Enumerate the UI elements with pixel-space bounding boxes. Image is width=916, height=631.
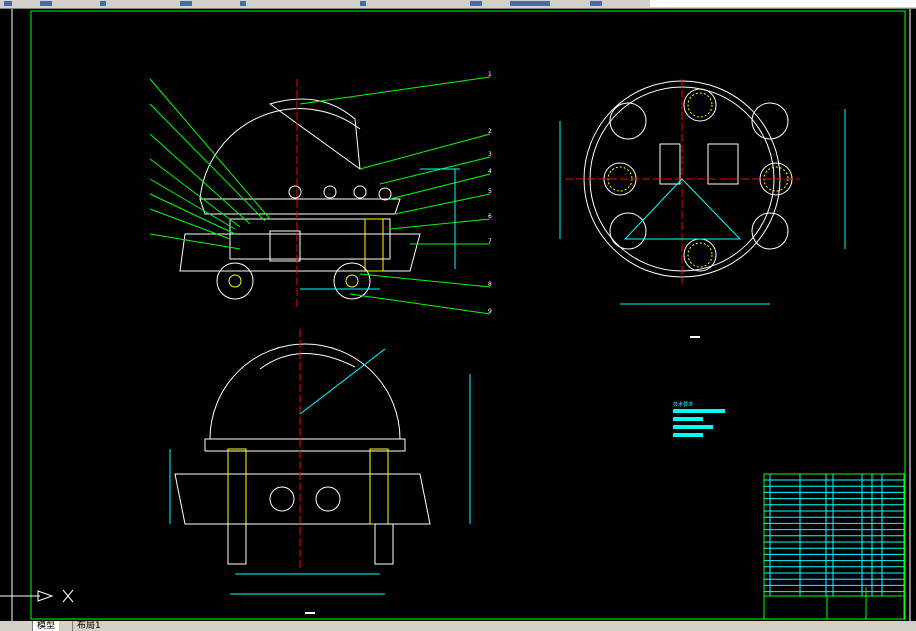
toolbar [0, 0, 916, 9]
command-field[interactable] [650, 0, 916, 7]
leader-number: 2 [488, 128, 492, 135]
open-icon[interactable] [4, 1, 12, 6]
undo-icon[interactable] [180, 1, 192, 6]
notes-heading: 技术要求 [673, 401, 693, 408]
pan-icon[interactable] [360, 1, 366, 6]
drawing-frame [30, 10, 906, 620]
leader-number: 5 [488, 188, 492, 195]
leader-number: 4 [488, 168, 492, 175]
leader-number: 9 [488, 308, 492, 315]
leader-number: 7 [488, 238, 492, 245]
title-block [763, 473, 905, 620]
side-view [149, 76, 491, 315]
technical-notes [673, 409, 725, 437]
redo-icon[interactable] [240, 1, 246, 6]
front-view [169, 329, 471, 614]
leader-number: 6 [488, 213, 492, 220]
leader-number: 3 [488, 151, 492, 158]
zoom-icon[interactable] [470, 1, 482, 6]
tab-layout1[interactable]: 布局1 [72, 621, 105, 631]
print-icon[interactable] [100, 1, 106, 6]
leader-number: 8 [488, 281, 492, 288]
properties-icon[interactable] [590, 1, 602, 6]
ucs-axis-icon [0, 579, 74, 621]
top-view [559, 79, 846, 338]
save-icon[interactable] [40, 1, 52, 6]
leader-number: 1 [488, 71, 492, 78]
tab-model[interactable]: 模型 [32, 621, 60, 631]
layout-tabs: 模型 布局1 [0, 621, 916, 631]
layer-icon[interactable] [510, 1, 550, 6]
drawing-canvas[interactable]: 1 2 3 4 5 6 7 8 9 技术要求 [0, 9, 916, 621]
